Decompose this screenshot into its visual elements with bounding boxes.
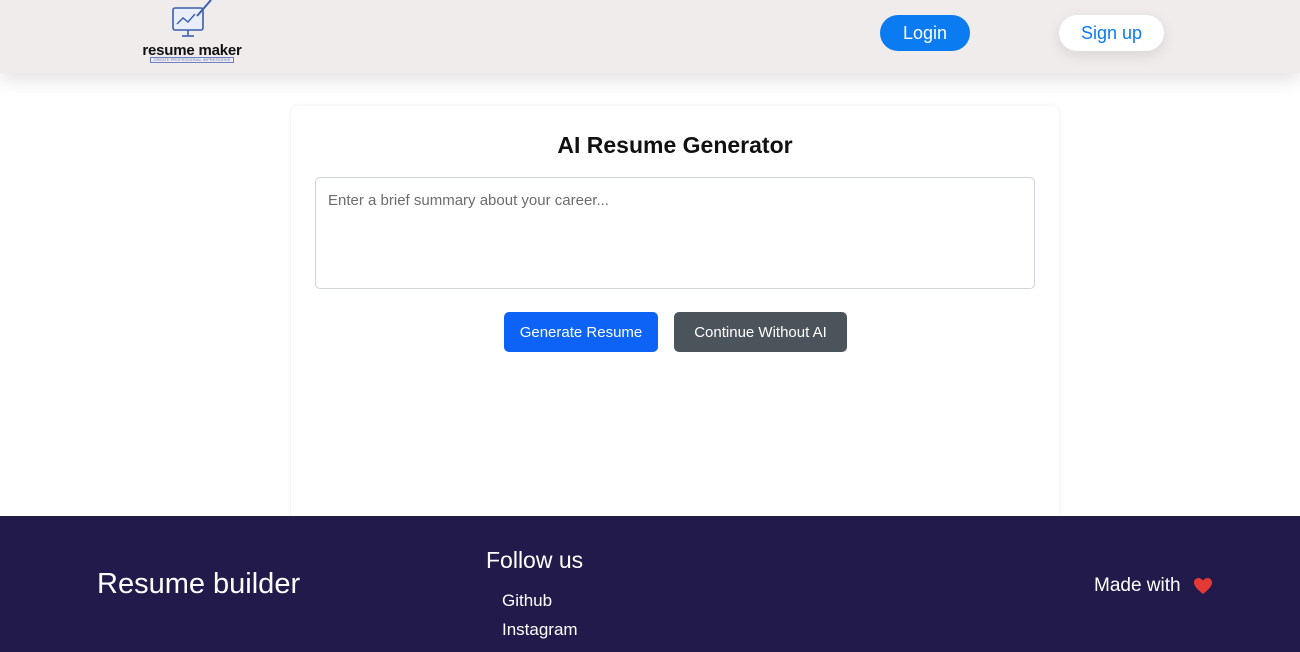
login-button[interactable]: Login bbox=[880, 15, 970, 51]
page-title: AI Resume Generator bbox=[557, 132, 793, 158]
logo-tagline: CREATE PROFESSIONAL IMPRESSIONS bbox=[150, 57, 234, 63]
instagram-link[interactable]: Instagram bbox=[502, 620, 578, 640]
github-link[interactable]: Github bbox=[502, 591, 552, 611]
career-summary-input[interactable] bbox=[315, 177, 1035, 289]
follow-us-heading: Follow us bbox=[486, 547, 584, 573]
generator-card: AI Resume Generator Generate Resume Cont… bbox=[291, 106, 1059, 526]
site-header: resume maker CREATE PROFESSIONAL IMPRESS… bbox=[0, 0, 1300, 73]
made-with-text: Made with bbox=[1094, 575, 1181, 596]
continue-without-ai-button[interactable]: Continue Without AI bbox=[674, 312, 847, 352]
monitor-pen-icon bbox=[172, 0, 212, 37]
heart-icon bbox=[1194, 578, 1212, 594]
logo[interactable]: resume maker CREATE PROFESSIONAL IMPRESS… bbox=[142, 0, 242, 66]
footer-brand: Resume builder bbox=[97, 568, 301, 600]
signup-button[interactable]: Sign up bbox=[1059, 15, 1164, 51]
generate-resume-button[interactable]: Generate Resume bbox=[504, 312, 658, 352]
site-footer: Resume builder Follow us Github Instagra… bbox=[0, 516, 1300, 652]
